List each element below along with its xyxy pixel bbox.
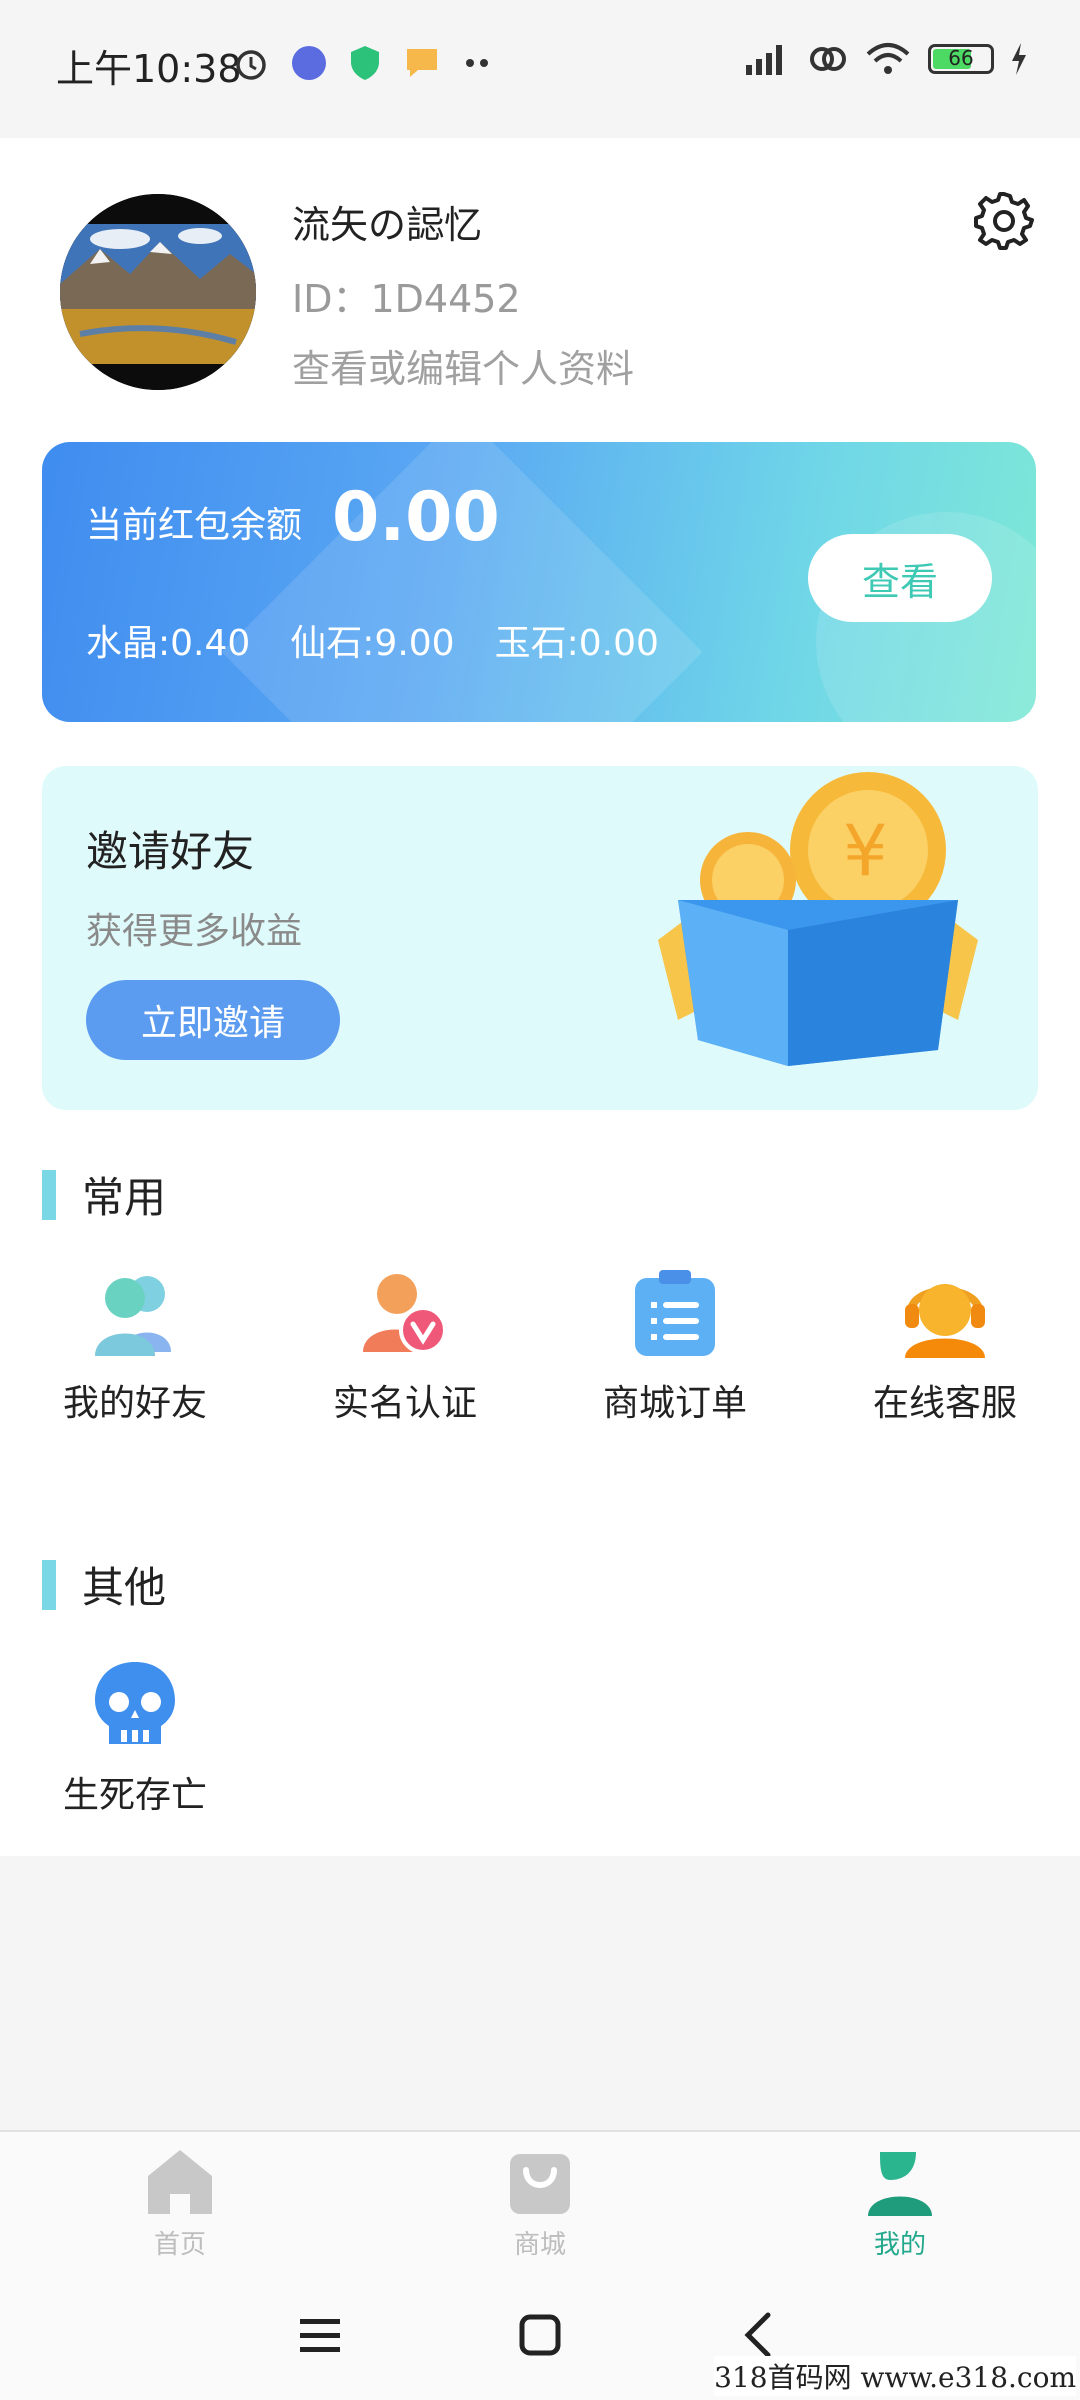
home-button-icon[interactable]	[510, 2305, 570, 2365]
nav-label: 首页	[153, 2230, 206, 2260]
avatar-landscape-image	[60, 194, 256, 390]
signal-icon	[746, 45, 782, 75]
edit-profile-link[interactable]: 查看或编辑个人资料	[292, 338, 634, 393]
svg-text:¥: ¥	[843, 810, 888, 892]
profile-page: 流矢の誋忆 ID：1D4452 查看或编辑个人资料 当前红包余额 0.00 水晶…	[0, 138, 1080, 1856]
grid-item-orders[interactable]: 商城订单	[540, 1264, 810, 1426]
link-icon	[810, 47, 846, 71]
view-balance-button[interactable]: 查看	[808, 534, 992, 622]
coin-box-illustration: ¥	[658, 772, 978, 1066]
status-bar: 上午10:38 66	[0, 0, 1080, 138]
section-accent-bar	[42, 1559, 56, 1610]
section-accent-bar	[42, 1169, 56, 1220]
system-status-icons: 66	[742, 40, 1028, 78]
other-section-header: 其他	[42, 1554, 166, 1615]
message-icon	[407, 49, 437, 77]
common-section-header: 常用	[42, 1164, 166, 1225]
grid-label: 在线客服	[872, 1383, 1017, 1424]
skull-icon	[95, 1662, 175, 1744]
shop-bag-icon	[510, 2154, 570, 2214]
common-section-title: 常用	[82, 1173, 167, 1222]
grid-item-survival[interactable]: 生死存亡	[0, 1656, 270, 1818]
orders-icon	[635, 1270, 715, 1356]
invite-card: 邀请好友 获得更多收益 立即邀请 ¥	[42, 766, 1038, 1110]
fairy-stone-balance: 仙石:9.00	[290, 623, 455, 664]
notification-icons	[232, 44, 492, 82]
other-section-title: 其他	[82, 1563, 167, 1612]
balance-card: 当前红包余额 0.00 水晶:0.40 仙石:9.00 玉石:0.00 查看	[42, 442, 1036, 722]
gear-icon[interactable]	[972, 188, 1036, 252]
avatar[interactable]	[60, 194, 256, 390]
grid-item-verify[interactable]: 实名认证	[270, 1264, 540, 1426]
balance-amount: 0.00	[332, 478, 500, 557]
jade-stone-balance: 玉石:0.00	[494, 623, 659, 664]
wifi-icon	[866, 43, 910, 74]
grid-label: 生死存亡	[62, 1775, 207, 1816]
app-screen: 上午10:38 66 流矢の誋忆 ID：1D4452 查看或编辑个人资料 当前红…	[0, 0, 1080, 2400]
verify-icon	[363, 1274, 447, 1354]
status-time: 上午10:38	[56, 47, 242, 91]
watermark: 318首码网 www.e318.com	[714, 2356, 1076, 2396]
grid-item-support[interactable]: 在线客服	[810, 1264, 1080, 1426]
nav-item-home[interactable]: 首页	[0, 2132, 360, 2270]
charging-icon	[1012, 43, 1026, 75]
username: 流矢の誋忆	[292, 203, 483, 247]
invite-now-button[interactable]: 立即邀请	[86, 980, 340, 1060]
alarm-icon	[236, 50, 266, 80]
support-icon	[905, 1284, 985, 1358]
grid-label: 商城订单	[602, 1383, 747, 1424]
nav-item-profile[interactable]: 我的	[720, 2132, 1080, 2270]
nav-label: 商城	[513, 2230, 566, 2260]
balance-label: 当前红包余额	[86, 505, 303, 546]
nav-label: 我的	[873, 2230, 926, 2260]
grid-label: 我的好友	[62, 1383, 207, 1424]
profile-icon	[868, 2152, 932, 2216]
common-grid: 我的好友 实名认证 商城订单 在线客服	[0, 1264, 1080, 1426]
battery-icon: 66	[928, 44, 994, 74]
bottom-nav: 首页 商城 我的	[0, 2130, 1080, 2270]
nav-item-shop[interactable]: 商城	[360, 2132, 720, 2270]
menu-icon[interactable]	[290, 2305, 350, 2365]
invite-title: 邀请好友	[86, 827, 255, 876]
battery-level: 66	[948, 46, 974, 70]
balance-details: 水晶:0.40 仙石:9.00 玉石:0.00	[86, 614, 659, 666]
grid-item-friends[interactable]: 我的好友	[0, 1264, 270, 1426]
shield-icon	[351, 46, 379, 80]
home-icon	[148, 2150, 212, 2214]
invite-subtitle: 获得更多收益	[86, 911, 303, 952]
friends-icon	[95, 1276, 171, 1356]
other-grid: 生死存亡	[0, 1656, 1080, 1818]
system-navigation-bar: 318首码网 www.e318.com	[0, 2270, 1080, 2400]
app-notification-icon	[292, 46, 326, 80]
more-dots-icon	[466, 59, 488, 67]
crystal-balance: 水晶:0.40	[86, 623, 251, 664]
grid-label: 实名认证	[332, 1383, 477, 1424]
user-id: ID：1D4452	[292, 277, 521, 321]
